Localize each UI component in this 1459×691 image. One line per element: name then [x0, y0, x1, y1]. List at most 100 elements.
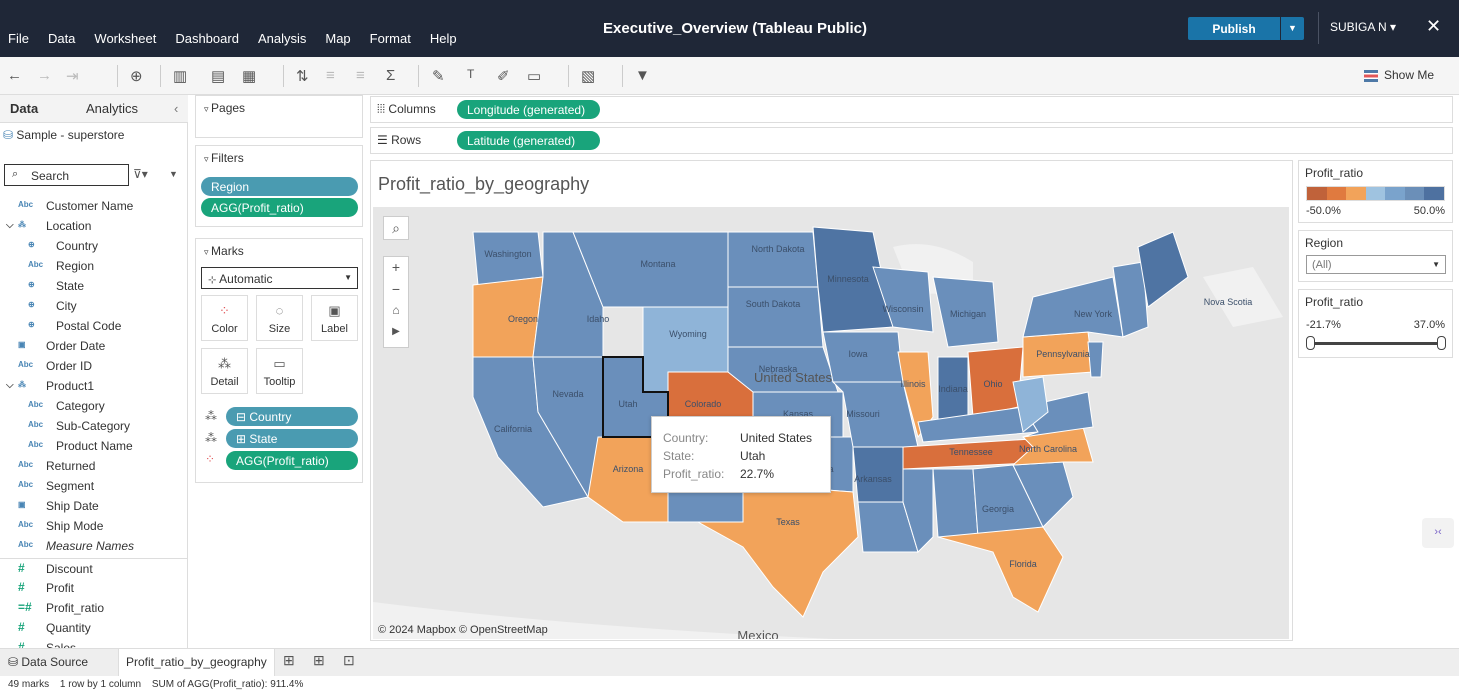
new-story-icon[interactable]: ⊡ [343, 652, 355, 669]
map-credit[interactable]: © 2024 Mapbox © OpenStreetMap [378, 624, 548, 636]
divider [283, 65, 284, 87]
map-search-icon[interactable]: ⌕ [383, 216, 409, 240]
field-country[interactable]: ⊕ Country [0, 236, 188, 256]
undo-icon[interactable]: ← [7, 67, 22, 84]
new-worksheet-icon[interactable]: ⊞ [283, 652, 295, 669]
region-filter-select[interactable]: (All) ▼ [1306, 255, 1446, 274]
text-icon[interactable]: T [467, 67, 474, 81]
tab-data[interactable]: Data [10, 101, 38, 116]
columns-shelf[interactable]: ⦙⦙⦙ Columns Longitude (generated) [370, 96, 1453, 123]
map-label: Illinois [900, 379, 926, 389]
field-list: Abc Customer Name ⌵ ⁂ Location ⊕ Country Abc Reg… [0, 196, 188, 658]
field-state[interactable]: ⊕ State [0, 276, 188, 296]
field-profit-ratio[interactable]: =# Profit_ratio [0, 598, 188, 618]
totals-icon[interactable]: Σ [386, 67, 395, 84]
columns-pill[interactable]: Longitude (generated) [457, 100, 600, 119]
collapse-icon[interactable]: ‹ [174, 101, 178, 116]
field-region[interactable]: Abc Region [0, 256, 188, 276]
home-icon[interactable]: ⌂ [384, 301, 408, 323]
map-label: Washington [484, 249, 531, 259]
collapse-panel-icon[interactable]: ›‹ [1422, 518, 1454, 548]
publish-button[interactable]: Publish ▼ [1188, 17, 1304, 40]
redo-icon[interactable]: → [37, 67, 52, 84]
state-new-jersey[interactable] [1087, 341, 1104, 378]
tab-analytics[interactable]: Analytics [86, 101, 138, 116]
legend-swatch [1346, 187, 1366, 200]
map-svg[interactable]: Washington Montana North Dakota Minnesota Or… [373, 207, 1289, 639]
field-product1[interactable]: ⌵ ⁂ Product1 [0, 376, 188, 396]
highlight-icon[interactable]: ✎ [432, 67, 445, 85]
field-category[interactable]: Abc Category [0, 396, 188, 416]
user-menu[interactable]: SUBIGA N ▾ [1318, 12, 1396, 44]
zoom-out-icon[interactable]: − [384, 279, 408, 301]
field-ship-date[interactable]: ▣ Ship Date [0, 496, 188, 516]
search-input[interactable]: ⌕ Search [4, 164, 129, 186]
tab-sheet-profit-ratio[interactable]: Profit_ratio_by_geography [118, 649, 275, 677]
mark-pill-state[interactable]: ⊞ State [226, 429, 358, 448]
field-postal-code[interactable]: ⊕ Postal Code [0, 316, 188, 336]
mark-type-select[interactable]: ⊹ Automatic ▼ [201, 267, 358, 289]
state-south-dakota[interactable] [727, 286, 824, 348]
field-location[interactable]: ⌵ ⁂ Location [0, 216, 188, 236]
swap-icon[interactable]: ⇅ [296, 67, 309, 85]
labels-icon[interactable]: ▧ [581, 67, 595, 85]
show-me-button[interactable]: Show Me [1364, 68, 1434, 82]
state-north-dakota[interactable] [727, 231, 819, 288]
rows-shelf[interactable]: ☰ Rows Latitude (generated) [370, 127, 1453, 154]
duplicate-sheet-icon[interactable]: ▤ [211, 67, 225, 85]
clear-sheet-icon[interactable]: ▦ [242, 67, 256, 85]
map-view[interactable]: Washington Montana North Dakota Minnesota Or… [373, 207, 1289, 639]
field-discount[interactable]: # Discount [0, 558, 188, 578]
field-ship-mode[interactable]: Abc Ship Mode [0, 516, 188, 536]
range-slider-min-handle[interactable] [1306, 336, 1315, 350]
range-slider-max-handle[interactable] [1437, 336, 1446, 350]
chevron-down-icon[interactable]: ▼ [169, 169, 178, 179]
legend-max: 50.0% [1413, 205, 1445, 217]
sort-desc-icon[interactable]: ≡ [356, 67, 365, 84]
field-measure-names[interactable]: Abc Measure Names [0, 536, 188, 556]
field-segment[interactable]: Abc Segment [0, 476, 188, 496]
datasource-item[interactable]: ⛁ Sample - superstore [3, 128, 124, 142]
pan-icon[interactable]: ▶ [384, 323, 408, 345]
dimension-type-icon: ▣ [18, 340, 26, 349]
chevron-down-icon[interactable]: ⌵ [6, 220, 14, 231]
field-sub-category[interactable]: Abc Sub-Category [0, 416, 188, 436]
chevron-down-icon[interactable]: ▼ [1280, 17, 1304, 40]
new-dashboard-icon[interactable]: ⊞ [313, 652, 325, 669]
tooltip-button[interactable]: ▭ Tooltip [256, 348, 303, 394]
field-customer-name[interactable]: Abc Customer Name [0, 196, 188, 216]
color-button[interactable]: ⁘ Color [201, 295, 248, 341]
map-label: Montana [640, 259, 675, 269]
mark-type-icon: ⊹ [208, 275, 220, 286]
zoom-in-icon[interactable]: + [384, 257, 408, 279]
new-datasource-icon[interactable]: ⊕ [130, 67, 143, 85]
replay-icon[interactable]: ⇥ [66, 67, 79, 85]
tab-data-source[interactable]: ⛁ Data Source [8, 655, 88, 669]
rows-pill[interactable]: Latitude (generated) [457, 131, 600, 150]
field-city[interactable]: ⊕ City [0, 296, 188, 316]
field-order-id[interactable]: Abc Order ID [0, 356, 188, 376]
label-button[interactable]: ▣ Label [311, 295, 358, 341]
size-button[interactable]: ◌ Size [256, 295, 303, 341]
sort-asc-icon[interactable]: ≡ [326, 67, 335, 84]
filter-pill-region[interactable]: Region [201, 177, 358, 196]
mark-pill-country[interactable]: ⊟ Country [226, 407, 358, 426]
detail-button[interactable]: ⁂ Detail [201, 348, 248, 394]
annotate-icon[interactable]: ✐ [497, 67, 510, 85]
field-quantity[interactable]: # Quantity [0, 618, 188, 638]
filter-pill-profit-ratio[interactable]: AGG(Profit_ratio) [201, 198, 358, 217]
chevron-down-icon[interactable]: ⌵ [6, 380, 14, 391]
fit-icon[interactable]: ▭ [527, 67, 541, 85]
new-sheet-icon[interactable]: ▥ [173, 67, 187, 85]
field-profit[interactable]: # Profit [0, 578, 188, 598]
field-product-name[interactable]: Abc Product Name [0, 436, 188, 456]
present-icon[interactable]: ▼ [635, 67, 650, 84]
color-legend[interactable]: Profit_ratio -50.0% 50.0% [1298, 160, 1453, 223]
filter-icon[interactable]: ⊽▾ [133, 167, 148, 181]
mark-pill-profit-ratio[interactable]: AGG(Profit_ratio) [226, 451, 358, 470]
close-icon[interactable]: ✕ [1426, 16, 1441, 37]
field-order-date[interactable]: ▣ Order Date [0, 336, 188, 356]
field-returned[interactable]: Abc Returned [0, 456, 188, 476]
state-alabama[interactable] [932, 468, 979, 538]
range-slider-track[interactable] [1310, 342, 1442, 345]
